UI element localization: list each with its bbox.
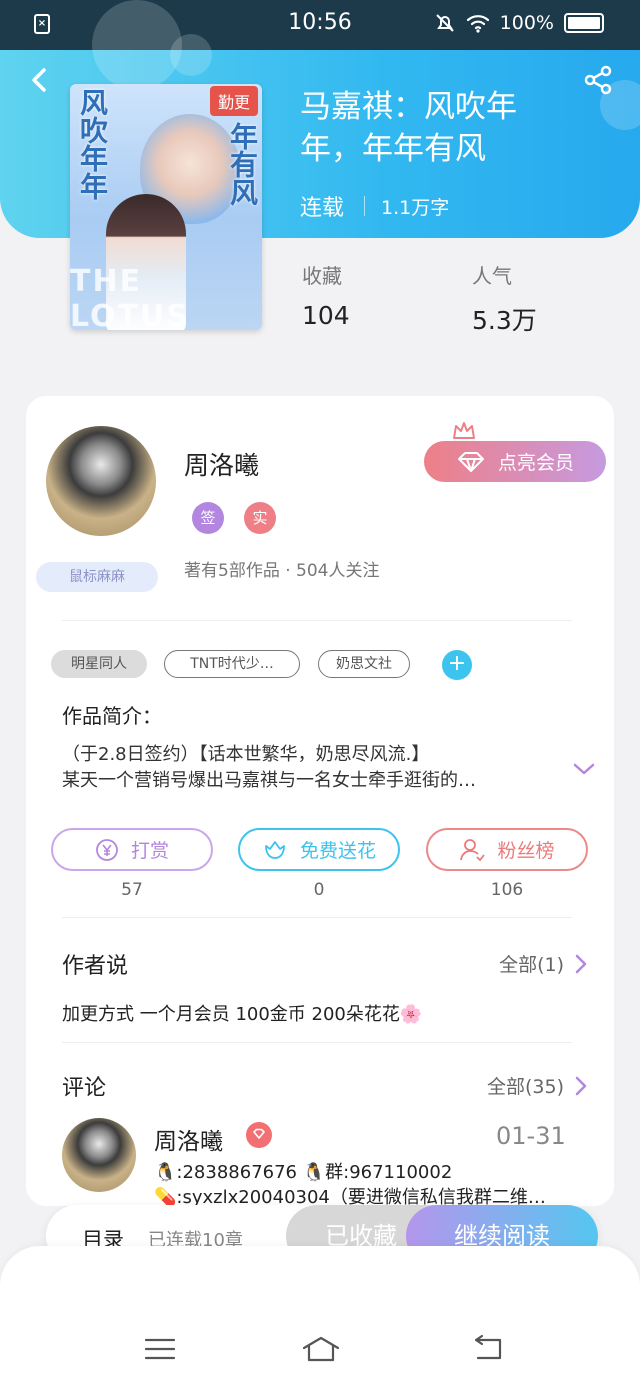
cover-vertical-text-right: 年有风: [226, 122, 259, 206]
reward-label: 打赏: [130, 840, 169, 862]
stat-favorites-value: 104: [302, 301, 350, 330]
chevron-down-icon[interactable]: [572, 760, 596, 778]
menu-icon[interactable]: [142, 1334, 178, 1364]
book-status: 连载: [300, 196, 345, 221]
comments-title: 评论: [62, 1076, 107, 1101]
flower-label: 免费送花: [299, 840, 376, 862]
user-icon: [460, 838, 486, 861]
chevron-right-icon: [575, 954, 587, 973]
commenter-name[interactable]: 周洛曦: [154, 1122, 223, 1156]
author-says-more-label: 全部(1): [499, 954, 564, 976]
tag-item[interactable]: TNT时代少…: [164, 650, 300, 678]
comments-more-label: 全部(35): [486, 1076, 564, 1098]
comments-more[interactable]: 全部(35): [487, 1072, 588, 1099]
fans-rank-button[interactable]: 粉丝榜: [426, 828, 588, 871]
author-nickname-tag: 鼠标麻麻: [36, 562, 158, 592]
author-says-title: 作者说: [62, 954, 129, 979]
fans-rank-count: 106: [490, 880, 524, 900]
divider: [62, 917, 572, 918]
home-icon[interactable]: [300, 1334, 342, 1364]
stat-popularity-label: 人气: [472, 264, 512, 288]
author-avatar[interactable]: [46, 426, 156, 536]
system-nav-bar: [0, 1246, 640, 1387]
stat-favorites: 收藏 104: [302, 260, 350, 330]
wifi-icon: [466, 15, 489, 33]
book-title: 马嘉祺：风吹年年，年年有风: [300, 89, 517, 167]
stat-popularity-value: 5.3万: [472, 306, 537, 335]
author-says-more[interactable]: 全部(1): [499, 950, 588, 977]
book-cover[interactable]: 风吹年年 年有风 勤更 THE LOTUS: [70, 84, 262, 330]
add-tag-button[interactable]: +: [442, 650, 472, 680]
comment-line-1: 🐧:2838867676 🐧群:967110002: [154, 1162, 453, 1183]
flower-count: 0: [313, 880, 325, 900]
verified-badge: 实: [244, 502, 276, 534]
vip-badge-icon: [246, 1122, 272, 1148]
share-icon[interactable]: [582, 64, 614, 96]
back-nav-icon[interactable]: [470, 1334, 506, 1364]
divider: [62, 620, 572, 621]
flower-button[interactable]: 免费送花: [238, 828, 400, 871]
book-word-count: 1.1万字: [381, 196, 450, 219]
comment-date: 01-31: [496, 1122, 566, 1150]
back-icon[interactable]: [26, 66, 54, 94]
comment-text: 🐧:2838867676 🐧群:967110002 💊:syxzlx200403…: [154, 1160, 560, 1210]
author-stats: 著有5部作品 · 504人关注: [184, 561, 380, 581]
stat-favorites-label: 收藏: [302, 264, 342, 288]
intro-line-2: 某天一个营销号爆出马嘉祺与一名女士牵手逛街的…: [62, 770, 476, 791]
reward-count: 57: [121, 880, 143, 900]
cover-vertical-text-left: 风吹年年: [76, 88, 109, 200]
signed-badge: 签: [192, 502, 224, 534]
stat-popularity: 人气 5.3万: [472, 260, 537, 337]
tag-item[interactable]: 明星同人: [51, 650, 147, 678]
cover-update-badge: 勤更: [209, 86, 258, 116]
diamond-icon: [457, 451, 484, 472]
commenter-avatar[interactable]: [62, 1118, 136, 1192]
intro-heading: 作品简介：: [62, 704, 162, 728]
battery-percent: 100%: [499, 12, 554, 34]
author-says-text: 加更方式 一个月会员 100金币 200朵花花🌸: [62, 1004, 423, 1025]
intro-text: （于2.8日签约）【话本世繁华，奶思尽风流.】 某天一个营销号爆出马嘉祺与一名女…: [62, 742, 552, 794]
vip-button[interactable]: 点亮会员: [424, 441, 606, 482]
mute-icon: [435, 14, 454, 32]
crown-icon: [453, 422, 475, 439]
fans-rank-label: 粉丝榜: [497, 840, 555, 862]
cover-decor-text: THE LOTUS: [70, 264, 190, 330]
battery-icon: [564, 13, 604, 33]
vip-button-label: 点亮会员: [497, 452, 574, 474]
flower-icon: [265, 840, 285, 859]
meta-divider: [364, 196, 366, 216]
coin-icon: [96, 838, 118, 861]
divider: [62, 1042, 572, 1043]
status-right: 100%: [434, 12, 604, 34]
tag-item[interactable]: 奶思文社: [318, 650, 410, 678]
reward-button[interactable]: 打赏: [51, 828, 213, 871]
author-name[interactable]: 周洛曦: [184, 446, 259, 482]
chevron-right-icon: [575, 1076, 587, 1095]
book-meta: 连载 1.1万字: [300, 190, 449, 222]
intro-line-1: （于2.8日签约）【话本世繁华，奶思尽风流.】: [62, 744, 430, 765]
